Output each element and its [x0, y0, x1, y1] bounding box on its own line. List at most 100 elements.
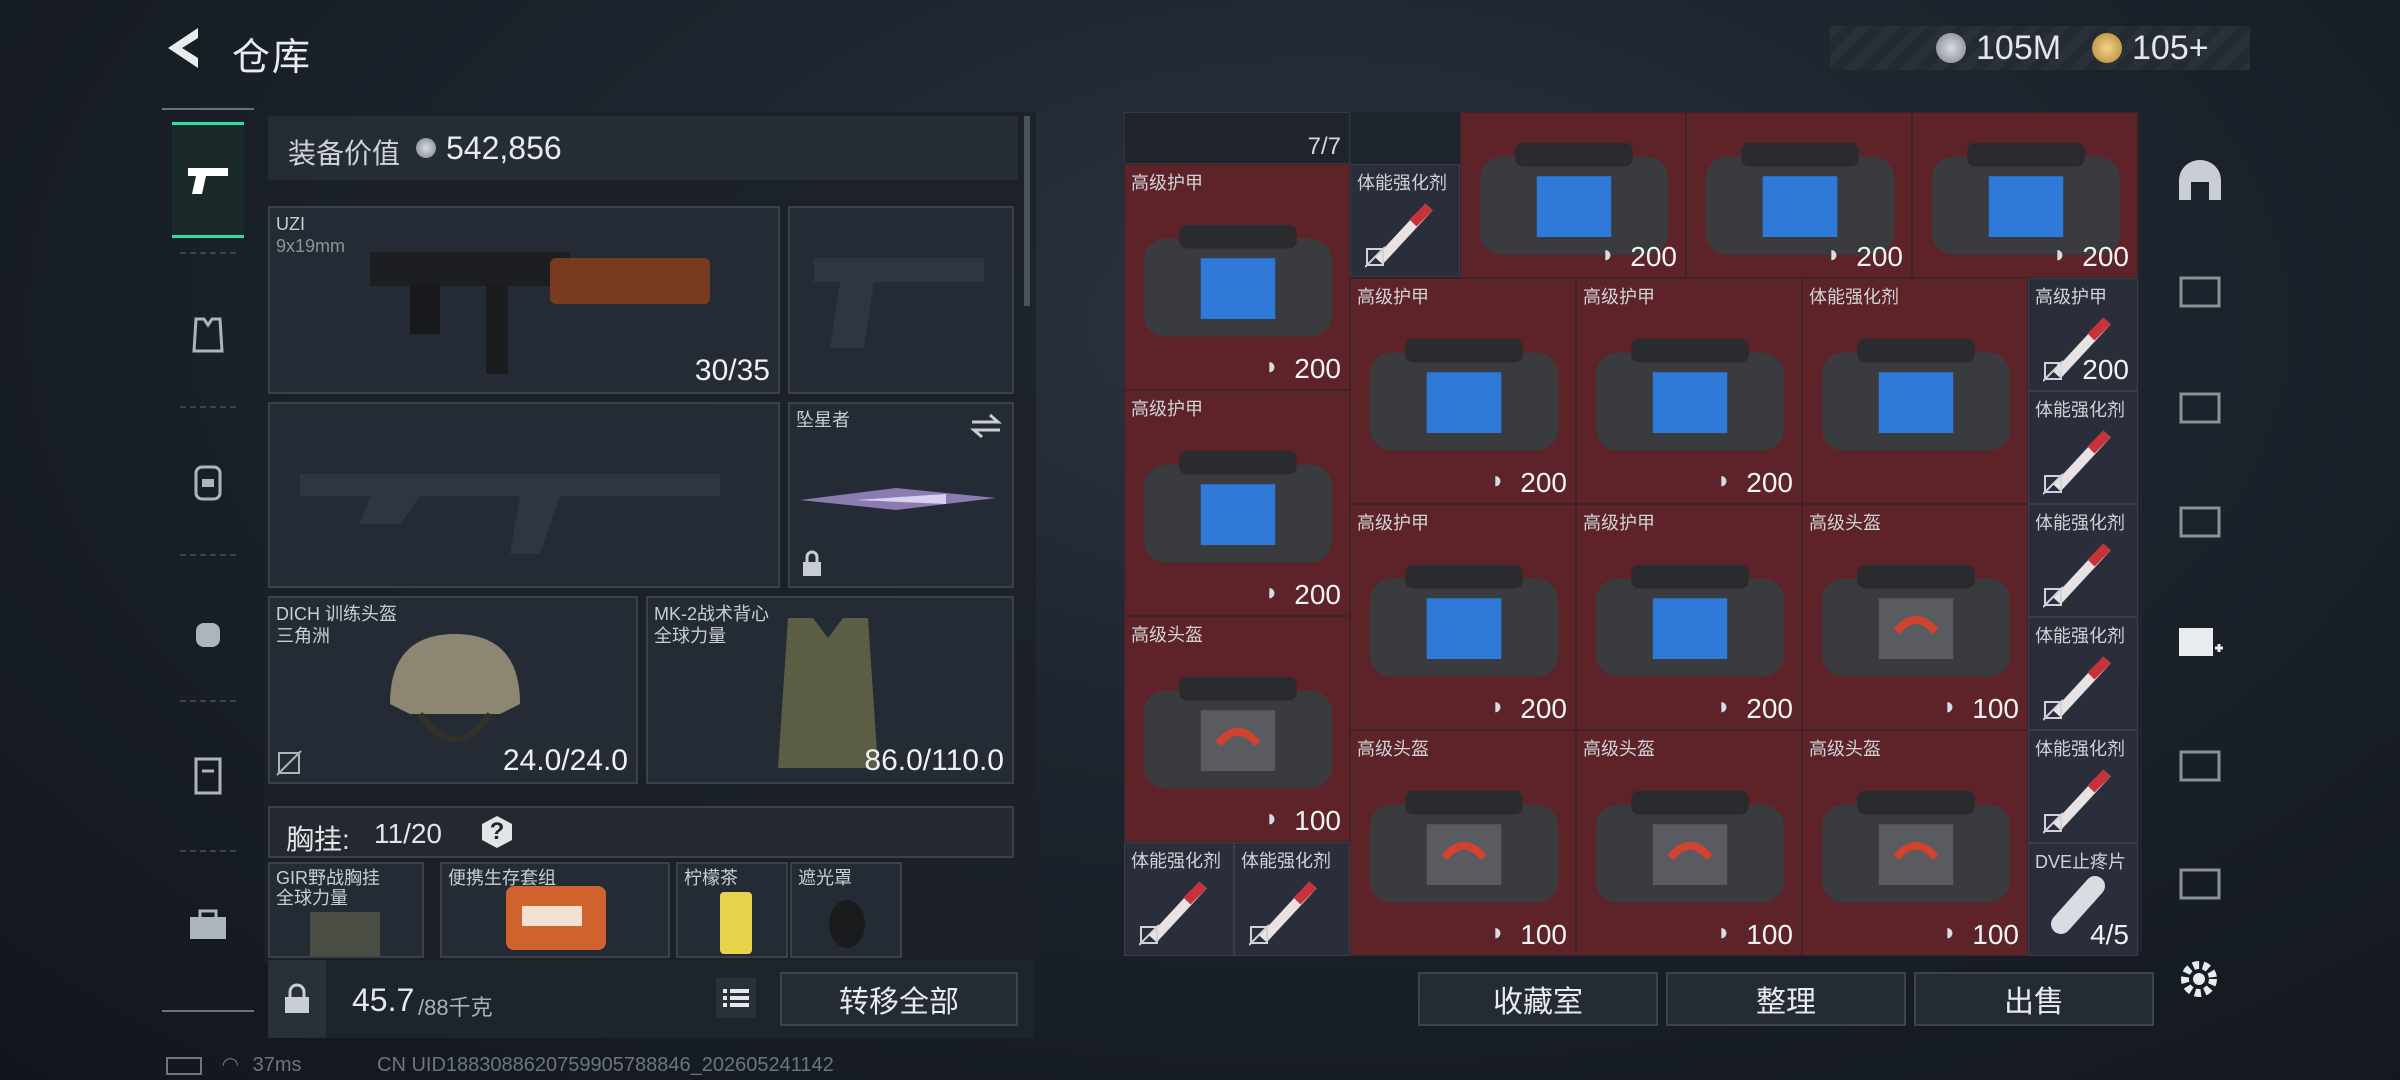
- nav-bag[interactable]: [172, 576, 244, 686]
- storage-item[interactable]: 高级护甲 ◗ 200: [1576, 504, 1802, 730]
- storage-item[interactable]: 高级头盔 ◗ 100: [1576, 730, 1802, 956]
- nav-weapons[interactable]: [172, 122, 244, 238]
- equipment-value: 542,856: [446, 130, 562, 166]
- ping: 37ms: [252, 1054, 302, 1076]
- rig-item-name: GIR野战胸挂: [276, 868, 381, 888]
- armor-case-icon: [1595, 339, 1785, 451]
- sell-button[interactable]: 出售: [1914, 972, 2154, 1026]
- storage-item[interactable]: 体能强化剂: [2028, 617, 2138, 730]
- secondary-weapon-slot[interactable]: [268, 402, 780, 588]
- primary-weapon-slot[interactable]: UZI 9x19mm 30/35: [268, 206, 780, 394]
- shield-icon: ◗: [2052, 354, 2068, 381]
- shield-icon: ◗: [1716, 919, 1732, 946]
- storage-item[interactable]: 高级头盔 ◗ 100: [1350, 730, 1576, 956]
- item-name: 高级护甲: [1357, 513, 1429, 533]
- helmet-slot[interactable]: DICH 训练头盔 三角洲 24.0/24.0: [268, 596, 638, 784]
- rig-item[interactable]: 柠檬茶: [676, 862, 788, 958]
- storage-item[interactable]: ◗ 200: [1912, 112, 2138, 278]
- item-name: DVE止疼片: [2035, 852, 2127, 872]
- storage-item[interactable]: 体能强化剂: [2028, 730, 2138, 843]
- helmet-case-icon: [1821, 565, 2011, 677]
- settings-gear-icon[interactable]: [2174, 954, 2224, 1004]
- current-weight: 45.7: [352, 982, 415, 1018]
- item-value: 100: [1520, 919, 1567, 950]
- item-value: 200: [1746, 693, 1793, 724]
- storage-item[interactable]: 高级护甲 ◗ 200: [1350, 278, 1576, 504]
- nav-case[interactable]: [172, 720, 244, 830]
- item-name: 体能强化剂: [2035, 513, 2125, 533]
- armor-case-icon: [1595, 565, 1785, 677]
- tab-storage-main[interactable]: [2168, 146, 2232, 216]
- storage-item[interactable]: 高级头盔 ◗ 100: [1802, 730, 2028, 956]
- sidearm-slot[interactable]: [788, 206, 1014, 394]
- currency-bar: 105M 105+: [1830, 26, 2250, 70]
- swap-icon[interactable]: [970, 412, 1002, 440]
- weapon-caliber: 9x19mm: [276, 236, 346, 256]
- nav-armor[interactable]: [172, 280, 244, 390]
- folder-icon: [2179, 506, 2221, 538]
- currency-secondary[interactable]: 105+: [2092, 26, 2209, 70]
- storage-item[interactable]: 体能强化剂: [1350, 164, 1460, 277]
- storage-item[interactable]: 体能强化剂: [2028, 504, 2138, 617]
- storage-item[interactable]: 高级护甲 ◗ 200: [2028, 278, 2138, 391]
- rig-item[interactable]: 便携生存套组: [440, 862, 670, 958]
- item-value: 100: [1294, 805, 1341, 836]
- melee-slot[interactable]: 坠星者: [788, 402, 1014, 588]
- rig-item[interactable]: GIR野战胸挂 全球力量: [268, 862, 424, 958]
- transfer-all-button[interactable]: 转移全部: [780, 972, 1018, 1026]
- storage-item[interactable]: 高级护甲 ◗ 200: [1350, 504, 1576, 730]
- tab-storage-4-6[interactable]: [2168, 848, 2232, 918]
- storage-item[interactable]: 高级护甲 ◗ 200: [1124, 390, 1350, 616]
- list-view-button[interactable]: [716, 978, 756, 1018]
- folder-icon: [2179, 276, 2221, 308]
- tab-storage-4-5[interactable]: [2168, 730, 2232, 800]
- storage-item[interactable]: 高级护甲 ◗ 200: [1576, 278, 1802, 504]
- helmet-case-icon: [1143, 677, 1333, 789]
- tab-storage-4-1[interactable]: [2168, 256, 2232, 326]
- shield-icon: ◗: [1716, 467, 1732, 494]
- item-value: 100: [1972, 693, 2019, 724]
- tab-storage-4-2[interactable]: [2168, 372, 2232, 442]
- tab-storage-medical[interactable]: [2168, 606, 2232, 676]
- storage-item[interactable]: 体能强化剂: [2028, 391, 2138, 504]
- storage-item[interactable]: 体能强化剂: [1234, 842, 1350, 956]
- container-lock[interactable]: [268, 960, 326, 1038]
- scrollbar[interactable]: [1024, 116, 1030, 306]
- back-arrow-icon[interactable]: [160, 22, 212, 74]
- storage-tabs: [2160, 112, 2240, 972]
- storage-item[interactable]: 高级头盔 ◗ 100: [1124, 616, 1350, 842]
- knife-icon: [800, 488, 996, 510]
- chest-rig-bar: 胸挂: 11/20 ?: [268, 806, 1014, 858]
- storage-item[interactable]: DVE止疼片 4/5: [2028, 843, 2138, 956]
- vest-slot[interactable]: MK-2战术背心 全球力量 86.0/110.0: [646, 596, 1014, 784]
- storage-item[interactable]: 高级护甲 ◗ 200: [1124, 164, 1350, 390]
- shield-icon: ◗: [2052, 241, 2068, 268]
- rig-item[interactable]: 遮光罩: [790, 862, 902, 958]
- uzi-icon: [370, 252, 710, 374]
- clipboard-icon: [194, 757, 222, 795]
- storage-item[interactable]: ◗ 200: [1686, 112, 1912, 278]
- item-value: 200: [2082, 241, 2129, 272]
- item-name: 高级头盔: [1583, 739, 1655, 759]
- ammo-count: 30/35: [694, 354, 770, 387]
- storage-top-item[interactable]: 7/7: [1124, 112, 1350, 164]
- syringe-icon: [2043, 543, 2111, 608]
- item-name: 高级头盔: [1357, 739, 1429, 759]
- syringe-icon: [2043, 769, 2111, 834]
- storage-item[interactable]: 体能强化剂: [1802, 278, 2028, 504]
- help-icon[interactable]: ?: [482, 816, 512, 848]
- silver-coin-icon: [416, 138, 436, 158]
- storage-item[interactable]: ◗ 200: [1460, 112, 1686, 278]
- currency-primary: 105M: [1936, 26, 2061, 70]
- storage-item[interactable]: 体能强化剂: [1124, 842, 1234, 956]
- nav-backpack[interactable]: [172, 426, 244, 536]
- armor-case-icon: [1143, 225, 1333, 337]
- storage-item[interactable]: 高级头盔 ◗ 100: [1802, 504, 2028, 730]
- item-value: 100: [1746, 919, 1793, 950]
- nav-toolbox[interactable]: [172, 870, 244, 980]
- item-value: 200: [1294, 353, 1341, 384]
- tab-storage-4-3[interactable]: [2168, 486, 2232, 556]
- helmet-durability: 24.0/24.0: [502, 744, 628, 777]
- sort-button[interactable]: 整理: [1666, 972, 1906, 1026]
- collection-room-button[interactable]: 收藏室: [1418, 972, 1658, 1026]
